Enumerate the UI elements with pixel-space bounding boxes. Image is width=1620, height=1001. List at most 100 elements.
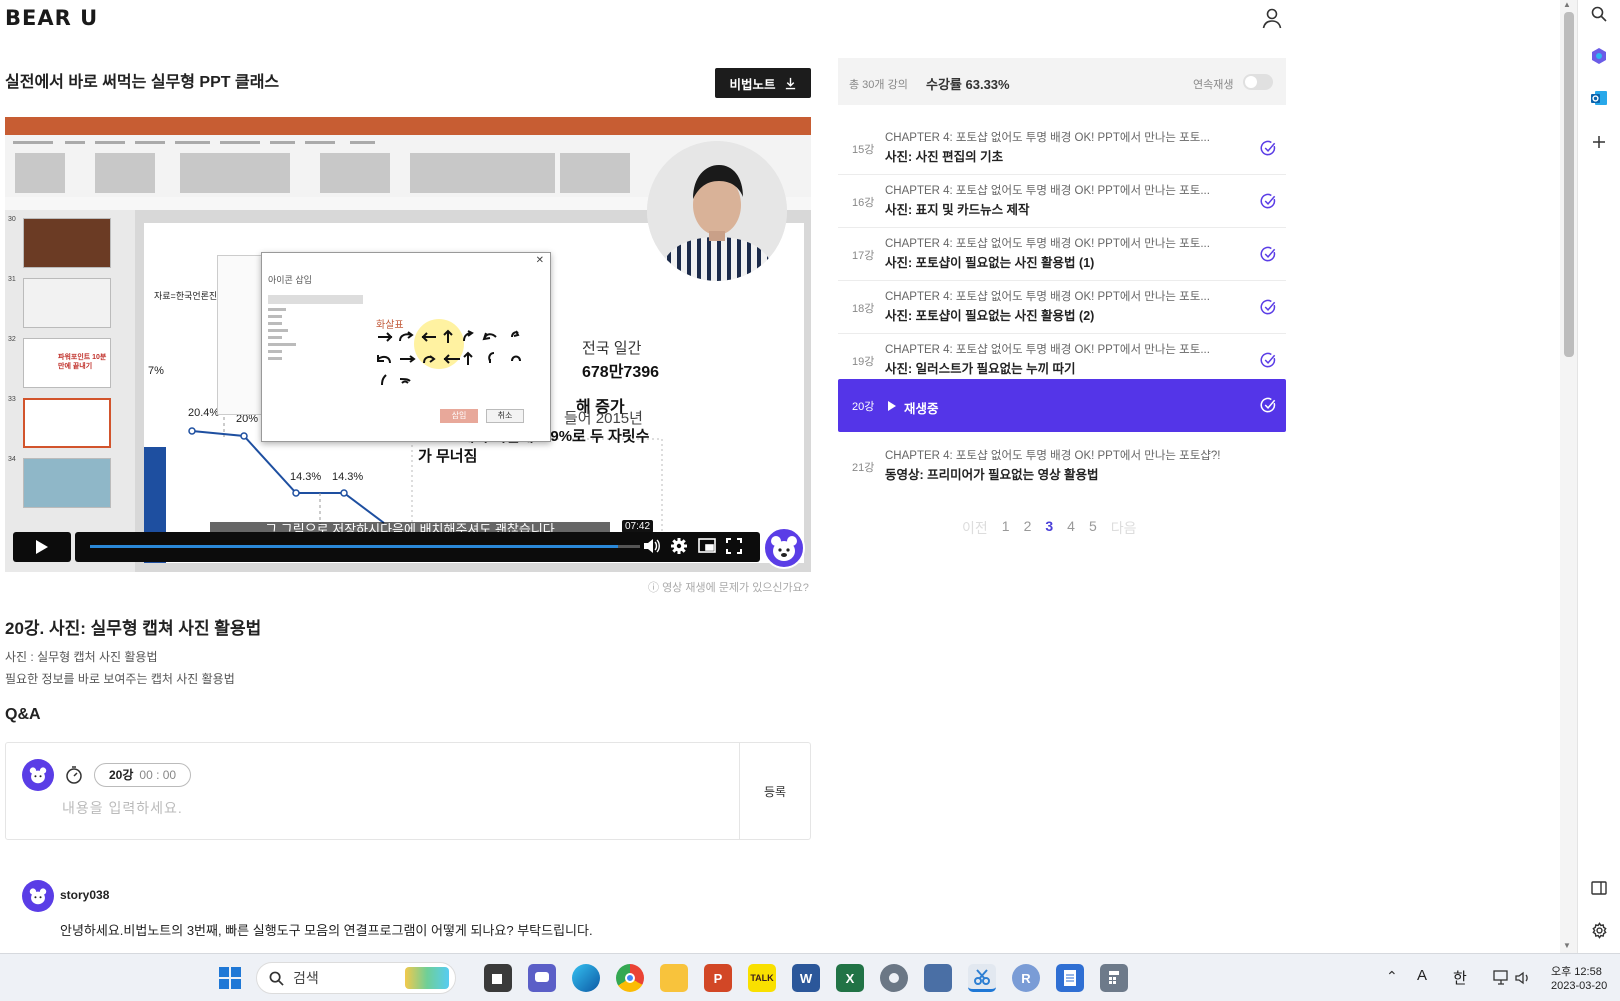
help-circle-icon: ⓘ [648, 582, 663, 594]
scroll-down-arrow-icon[interactable]: ▼ [1563, 941, 1571, 950]
search-highlight-icon [405, 967, 449, 989]
calculator-icon[interactable] [1100, 964, 1128, 992]
picture-in-picture-icon[interactable] [698, 538, 716, 554]
thumb-num: 33 [8, 396, 16, 403]
add-icon[interactable] [1589, 132, 1609, 152]
arrow-icons-grid [377, 329, 521, 386]
taskbar-search-box[interactable]: 검색 [256, 962, 456, 994]
powerpoint-icon[interactable]: P [704, 964, 732, 992]
search-icon [269, 971, 284, 986]
dialog-insert-button: 삽입 [440, 409, 478, 423]
autoplay-toggle[interactable] [1243, 74, 1273, 90]
ime-indicator-korean[interactable]: 한 [1453, 967, 1467, 988]
thumb-num: 34 [8, 456, 16, 463]
lecture-number: 15강 [852, 144, 875, 156]
outlook-icon[interactable] [1589, 88, 1609, 108]
settings-gear-icon[interactable] [1589, 920, 1609, 940]
windows-start-icon[interactable] [216, 964, 244, 992]
speaker-icon[interactable] [1515, 970, 1531, 986]
snipping-tool-icon[interactable] [968, 964, 996, 992]
pagination-page[interactable]: 1 [1002, 518, 1010, 538]
lecture-list-item[interactable]: 17강 CHAPTER 4: 포토샵 없어도 투명 배경 OK! PPT에서 만… [838, 228, 1286, 281]
edge-browser-icon[interactable] [572, 964, 600, 992]
slide-thumbnail [23, 278, 111, 328]
lecture-chapter: CHAPTER 4: 포토샵 없어도 투명 배경 OK! PPT에서 만나는 포… [885, 291, 1210, 303]
notepad-icon[interactable] [1056, 964, 1084, 992]
task-view-icon[interactable] [484, 964, 512, 992]
fullscreen-icon[interactable] [726, 538, 742, 554]
secret-note-download-button[interactable]: 비법노트 [715, 68, 811, 98]
timestamp-pill[interactable]: 20강 00 : 00 [94, 763, 192, 787]
slide-thumbnail: 파워포인트 10분만에 끝내기 [23, 338, 111, 388]
lecture-title: 20강. 사진: 실무형 캡쳐 사진 활용법 [5, 619, 262, 638]
pagination-page[interactable]: 5 [1089, 518, 1097, 538]
settings-app-icon[interactable] [880, 964, 908, 992]
avatar [22, 880, 54, 912]
ppt-titlebar [5, 117, 811, 135]
timer-icon[interactable] [64, 765, 84, 785]
tray-chevron-up-icon[interactable]: ⌃ [1386, 968, 1398, 985]
video-help-link[interactable]: ⓘ 영상 재생에 문제가 있으신가요? [648, 579, 809, 595]
pagination: 이전 1 2 3 4 5 다음 [962, 518, 1137, 538]
settings-gear-icon[interactable] [670, 537, 688, 555]
completed-check-icon [1260, 299, 1276, 315]
note-button-label: 비법노트 [729, 77, 776, 92]
ime-indicator-a[interactable]: A [1417, 967, 1427, 984]
kakaotalk-icon[interactable]: TALK [748, 964, 776, 992]
pagination-next[interactable]: 다음 [1111, 518, 1137, 538]
slide-text: 가 무너짐 [418, 448, 478, 465]
scroll-up-arrow-icon[interactable]: ▲ [1563, 0, 1571, 9]
chrome-icon[interactable] [616, 964, 644, 992]
r-app-icon[interactable]: R [1012, 964, 1040, 992]
qa-heading: Q&A [5, 706, 41, 723]
video-help-label: 영상 재생에 문제가 있으신가요? [662, 582, 809, 594]
page-scrollbar-thumb[interactable] [1564, 12, 1574, 357]
copilot-icon[interactable] [1589, 46, 1609, 66]
file-explorer-icon[interactable] [660, 964, 688, 992]
lecture-list-item[interactable]: 15강 CHAPTER 4: 포토샵 없어도 투명 배경 OK! PPT에서 만… [838, 122, 1286, 175]
taskbar-clock-date[interactable]: 2023-03-20 [1551, 980, 1607, 992]
search-icon[interactable] [1589, 4, 1609, 24]
taskbar-clock-time[interactable]: 오후 12:58 [1551, 963, 1602, 979]
thumb-num: 31 [8, 276, 16, 283]
network-icon[interactable] [1493, 970, 1511, 986]
excel-icon[interactable]: X [836, 964, 864, 992]
virtualbox-icon[interactable] [924, 964, 952, 992]
qa-content-input[interactable] [62, 800, 722, 816]
completed-check-icon [1260, 140, 1276, 156]
lecture-list-item[interactable]: 16강 CHAPTER 4: 포토샵 없어도 투명 배경 OK! PPT에서 만… [838, 175, 1286, 228]
total-lectures: 총 30개 강의 [849, 79, 908, 91]
submit-question-button[interactable]: 등록 [740, 776, 810, 806]
dialog-category-list [268, 295, 363, 395]
pagination-page-current[interactable]: 3 [1045, 518, 1053, 538]
lecture-list-item-active[interactable]: 20강 재생중 [838, 379, 1286, 432]
pagination-page[interactable]: 4 [1067, 518, 1075, 538]
lecture-list-item[interactable]: 21강 CHAPTER 4: 포토샵 없어도 투명 배경 OK! PPT에서 만… [838, 440, 1286, 493]
browser-sidebar [1577, 0, 1620, 953]
play-icon [36, 540, 48, 554]
lecture-name: 사진: 사진 편집의 기초 [885, 150, 1004, 164]
lecture-name: 사진: 포토샵이 필요없는 사진 활용법 (2) [885, 309, 1095, 323]
completed-check-icon [1260, 397, 1276, 413]
volume-icon[interactable] [643, 538, 661, 554]
sidebar-panel-icon[interactable] [1589, 878, 1609, 898]
lecture-chapter: CHAPTER 4: 포토샵 없어도 투명 배경 OK! PPT에서 만나는 포… [885, 450, 1221, 462]
user-profile-icon[interactable] [1260, 6, 1284, 30]
lecture-number: 21강 [852, 462, 875, 474]
site-logo[interactable]: BEAR U [5, 6, 98, 30]
teams-chat-icon[interactable] [528, 964, 556, 992]
video-player[interactable]: 30 31 32 파워포인트 10분만에 끝내기 33 34 자료=한국언론진흥… [5, 117, 811, 572]
word-icon[interactable]: W [792, 964, 820, 992]
completed-check-icon [1260, 193, 1276, 209]
thumb-num: 30 [8, 216, 16, 223]
slide-percent: 20.4% [188, 407, 220, 419]
bear-assistant-button[interactable] [763, 527, 805, 569]
pagination-prev[interactable]: 이전 [962, 518, 988, 538]
lecture-list-item[interactable]: 18강 CHAPTER 4: 포토샵 없어도 투명 배경 OK! PPT에서 만… [838, 281, 1286, 334]
lecture-name: 사진: 표지 및 카드뉴스 제작 [885, 203, 1030, 217]
now-playing-label: 재생중 [904, 402, 939, 416]
play-button[interactable] [13, 532, 71, 562]
autoplay-label: 연속재생 [1193, 79, 1234, 91]
pagination-page[interactable]: 2 [1024, 518, 1032, 538]
ppt-slide-thumbnails: 30 31 32 파워포인트 10분만에 끝내기 33 34 [5, 210, 135, 572]
